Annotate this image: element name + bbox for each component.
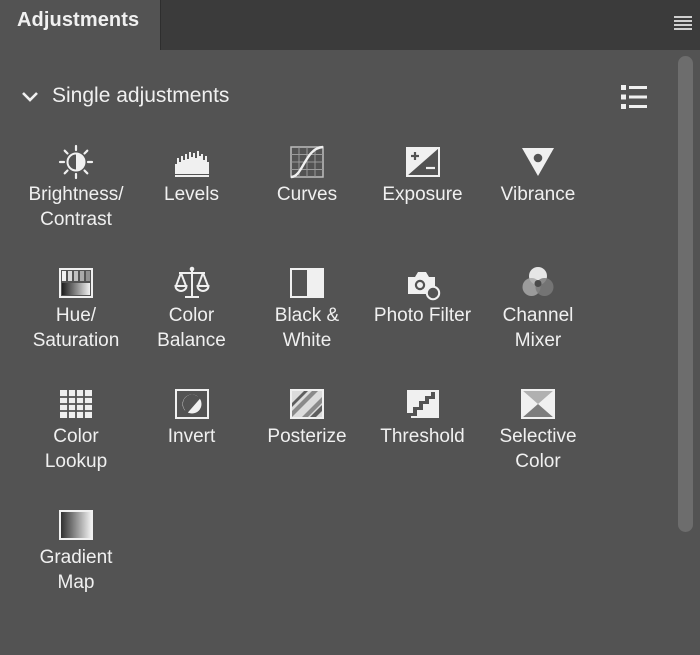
- adjustment-color-balance-button[interactable]: Color Balance: [134, 261, 250, 371]
- photo-filter-icon: [407, 272, 440, 301]
- adjustment-brightness-contrast-button[interactable]: Brightness/ Contrast: [18, 140, 134, 250]
- color-balance-icon: [173, 266, 210, 298]
- tab-adjustments-label: Adjustments: [17, 9, 140, 31]
- gradient-map-icon: [59, 510, 93, 540]
- adjustment-photo-filter-button[interactable]: Photo Filter: [365, 261, 481, 371]
- adjustment-exposure-button[interactable]: Exposure: [365, 140, 481, 250]
- channel-mixer-icon: [522, 267, 554, 296]
- hue-saturation-icon: [59, 268, 93, 298]
- adjustment-posterize-button[interactable]: Posterize: [249, 382, 365, 492]
- panel-tab-bar: Adjustments: [0, 0, 700, 50]
- curves-icon: [290, 145, 324, 179]
- adjustment-vibrance-button[interactable]: Vibrance: [480, 140, 596, 250]
- section-header[interactable]: Single adjustments: [20, 80, 660, 114]
- adjustment-curves-button[interactable]: Curves: [249, 140, 365, 250]
- adjustment-black-white-button[interactable]: Black & White: [249, 261, 365, 371]
- vibrance-icon: [522, 148, 554, 176]
- adjustment-label: Vibrance: [500, 184, 576, 205]
- scrollbar-thumb[interactable]: [678, 56, 693, 532]
- brightness-contrast-icon: [58, 144, 94, 180]
- adjustment-threshold-button[interactable]: Threshold: [365, 382, 481, 492]
- adjustment-label: Gradient Map: [39, 547, 113, 593]
- section-title: Single adjustments: [52, 84, 230, 107]
- color-lookup-icon: [60, 390, 92, 418]
- adjustment-hue-saturation-button[interactable]: Hue/ Saturation: [18, 261, 134, 371]
- adjustment-color-lookup-button[interactable]: Color Lookup: [18, 382, 134, 492]
- exposure-icon: [405, 147, 440, 177]
- adjustment-label: Channel Mixer: [502, 305, 574, 351]
- adjustment-selective-color-button[interactable]: Selective Color: [480, 382, 596, 492]
- hamburger-menu-icon[interactable]: [674, 16, 692, 30]
- vertical-scrollbar[interactable]: [676, 56, 696, 641]
- adjustment-gradient-map-button[interactable]: Gradient Map: [18, 503, 134, 613]
- threshold-icon: [406, 390, 439, 418]
- posterize-icon: [290, 389, 324, 419]
- adjustment-levels-button[interactable]: Levels: [134, 140, 250, 250]
- black-white-icon: [290, 268, 324, 298]
- levels-icon: [174, 151, 209, 177]
- adjustment-channel-mixer-button[interactable]: Channel Mixer: [480, 261, 596, 371]
- adjustments-panel: Adjustments Single adjustments Brightnes…: [0, 0, 700, 655]
- selective-color-icon: [521, 389, 555, 419]
- invert-icon: [174, 389, 209, 419]
- tab-adjustments[interactable]: Adjustments: [0, 0, 161, 50]
- list-view-icon[interactable]: [620, 84, 648, 110]
- adjustment-label: Selective Color: [499, 426, 577, 472]
- chevron-down-icon[interactable]: [20, 87, 40, 107]
- adjustment-invert-button[interactable]: Invert: [134, 382, 250, 492]
